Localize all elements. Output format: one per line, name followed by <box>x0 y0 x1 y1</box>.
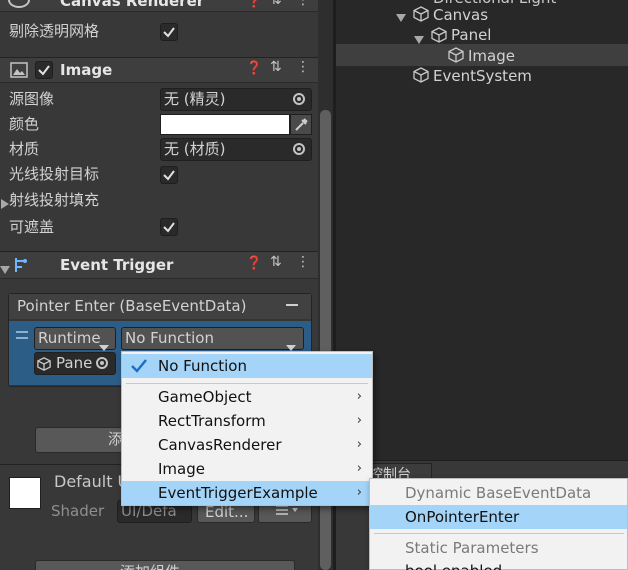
raycast-padding-label[interactable]: 射线投射填充 <box>9 190 99 210</box>
color-swatch[interactable] <box>160 114 290 135</box>
function-dropdown[interactable]: No Function <box>121 327 304 350</box>
eventtriggerexample-submenu: Dynamic BaseEventData OnPointerEnter Sta… <box>369 478 628 570</box>
image-component-icon <box>10 62 28 82</box>
material-value: 无 (材质) <box>164 140 226 158</box>
material-name: Default U <box>54 472 130 491</box>
submenu-item-onpointerenter[interactable]: OnPointerEnter <box>370 505 627 529</box>
gameobject-icon <box>37 356 51 375</box>
raycast-target-checkbox[interactable] <box>160 166 178 184</box>
gameobject-icon <box>431 27 447 47</box>
menu-item-image[interactable]: Image › <box>122 457 372 481</box>
chevron-right-icon: › <box>356 461 362 476</box>
material-preview-swatch <box>9 477 41 509</box>
submenu-header-static: Static Parameters <box>405 539 539 557</box>
event-trigger-title: Event Trigger <box>60 256 174 274</box>
submenu-item-bool-enabled[interactable]: bool enabled <box>370 559 627 570</box>
event-entry-title: Pointer Enter (BaseEventData) <box>17 297 247 315</box>
help-icon[interactable]: ❓ <box>246 256 262 271</box>
cull-transparent-mesh-label: 剔除透明网格 <box>9 22 100 40</box>
material-label: 材质 <box>9 140 40 158</box>
drag-handle-icon[interactable] <box>16 331 28 339</box>
raycast-target-label: 光线投射目标 <box>9 165 100 183</box>
source-image-label: 源图像 <box>9 90 55 108</box>
chevron-right-icon: › <box>356 485 362 500</box>
checkmark-icon <box>130 354 148 385</box>
chevron-right-icon: › <box>356 413 362 428</box>
eyedropper-icon <box>295 118 308 131</box>
foldout-arrow-icon[interactable] <box>0 260 10 274</box>
function-dropdown-value: No Function <box>125 329 214 347</box>
help-icon[interactable]: ❓ <box>246 61 262 76</box>
help-icon[interactable]: ❓ <box>246 0 262 9</box>
event-trigger-icon <box>12 256 28 278</box>
add-component-button[interactable]: 添加组件 <box>35 560 295 570</box>
kebab-menu-icon[interactable]: ⋮ <box>296 254 310 270</box>
maskable-label: 可遮盖 <box>9 218 55 236</box>
chevron-right-icon: › <box>356 437 362 452</box>
foldout-arrow-icon[interactable] <box>414 30 424 44</box>
kebab-menu-icon[interactable]: ⋮ <box>296 59 310 75</box>
object-picker-icon[interactable] <box>293 143 305 155</box>
menu-item-label: EventTriggerExample <box>158 484 318 502</box>
hierarchy-item-canvas[interactable]: Canvas <box>433 5 488 25</box>
preset-icon[interactable]: ⇅ <box>270 254 282 270</box>
function-context-menu: No Function GameObject › RectTransform ›… <box>121 351 373 506</box>
preset-icon[interactable]: ⇅ <box>270 59 282 75</box>
target-object-value: Pane <box>56 354 93 372</box>
canvas-renderer-title: Canvas Renderer <box>60 0 205 10</box>
menu-item-label: No Function <box>158 357 247 375</box>
menu-separator <box>374 533 624 534</box>
source-image-value: 无 (精灵) <box>164 90 226 108</box>
menu-item-eventtriggerexample[interactable]: EventTriggerExample › <box>122 481 372 505</box>
hierarchy-item-panel[interactable]: Panel <box>451 25 491 45</box>
preset-icon[interactable]: ⇅ <box>270 0 282 8</box>
chevron-right-icon: › <box>356 389 362 404</box>
cull-transparent-mesh-checkbox[interactable] <box>160 23 178 41</box>
image-component-title: Image <box>60 61 113 79</box>
object-picker-icon[interactable] <box>293 93 305 105</box>
menu-separator <box>126 383 368 384</box>
shader-label: Shader <box>51 502 105 520</box>
foldout-arrow-icon[interactable] <box>396 8 406 22</box>
kebab-menu-icon[interactable]: ⋮ <box>296 0 310 8</box>
material-field[interactable]: 无 (材质) <box>160 138 312 161</box>
menu-item-label: Image <box>158 460 205 478</box>
runtime-dropdown-value: Runtime <box>38 329 101 347</box>
remove-event-icon[interactable] <box>286 304 298 306</box>
color-label: 颜色 <box>9 115 40 133</box>
object-picker-icon[interactable] <box>96 357 108 369</box>
menu-item-label: GameObject <box>158 388 252 406</box>
gameobject-icon <box>448 47 464 67</box>
menu-item-recttransform[interactable]: RectTransform › <box>122 409 372 433</box>
hierarchy-item-image[interactable]: Image <box>468 46 515 66</box>
menu-item-label: RectTransform <box>158 412 266 430</box>
submenu-header-dynamic: Dynamic BaseEventData <box>405 484 592 502</box>
hierarchy-item-eventsystem[interactable]: EventSystem <box>433 66 532 86</box>
gameobject-icon <box>413 6 429 26</box>
menu-item-gameobject[interactable]: GameObject › <box>122 385 372 409</box>
eyedropper-button[interactable] <box>290 114 312 135</box>
menu-item-label: CanvasRenderer <box>158 436 282 454</box>
maskable-checkbox[interactable] <box>160 218 178 236</box>
image-enabled-checkbox[interactable] <box>35 61 53 79</box>
menu-item-canvasrenderer[interactable]: CanvasRenderer › <box>122 433 372 457</box>
source-image-field[interactable]: 无 (精灵) <box>160 88 312 111</box>
gameobject-icon <box>413 67 429 87</box>
menu-item-no-function[interactable]: No Function <box>122 354 372 378</box>
